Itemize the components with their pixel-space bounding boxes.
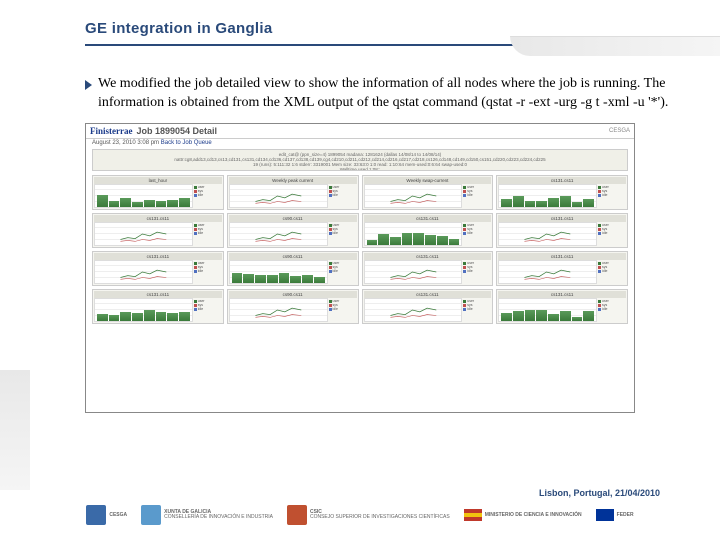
- logo-box: [141, 505, 161, 525]
- panel-title: cs131.cs11: [94, 291, 222, 298]
- panel-title: cs131.cs11: [364, 215, 492, 222]
- mini-chart: [94, 298, 193, 322]
- panel-legend: usersysidle: [463, 222, 491, 246]
- panel-legend: usersysidle: [329, 184, 357, 208]
- panel-title: cs131.cs11: [94, 253, 222, 260]
- panel-legend: usersysidle: [598, 184, 626, 208]
- panel-legend: usersysidle: [463, 184, 491, 208]
- graph-panel: cs90.cs11usersysidle: [227, 289, 359, 324]
- panel-title: cs131.cs11: [364, 291, 492, 298]
- mini-chart: [364, 222, 463, 246]
- graph-panel: Weekly swap-currentusersysidle: [362, 175, 494, 210]
- panel-title: cs131.cs11: [498, 291, 626, 298]
- graph-panel: cs131.cs11usersysidle: [362, 251, 494, 286]
- panel-legend: usersysidle: [329, 260, 357, 284]
- panel-title: cs131.cs11: [498, 215, 626, 222]
- graph-panel: cs131.cs11usersysidle: [496, 251, 628, 286]
- panel-legend: usersysidle: [194, 222, 222, 246]
- panel-title: cs131.cs11: [498, 253, 626, 260]
- panel-title: cs90.cs11: [229, 253, 357, 260]
- right-logo: CESGA: [609, 128, 630, 134]
- graph-panel: cs131.cs11usersysidle: [92, 289, 224, 324]
- decor-left: [0, 370, 30, 490]
- mini-chart: [498, 222, 597, 246]
- job-infobar: edit_cat@ (ppn_size=4) 1899054 madana: 1…: [92, 149, 628, 171]
- panel-legend: usersysidle: [598, 260, 626, 284]
- mini-chart: [229, 298, 328, 322]
- slide-title: GE integration in Ganglia: [85, 20, 720, 37]
- panel-legend: usersysidle: [329, 298, 357, 322]
- timestamp: August 23, 2010 3:08 pm: [92, 140, 159, 146]
- panel-title: last_hour: [94, 177, 222, 184]
- panel-legend: usersysidle: [194, 260, 222, 284]
- mini-chart: [94, 260, 193, 284]
- sponsor-logo: CSICCONSEJO SUPERIOR DE INVESTIGACIONES …: [287, 504, 450, 526]
- graph-panel: cs90.cs11usersysidle: [227, 251, 359, 286]
- graph-panel: cs131.cs11usersysidle: [362, 213, 494, 248]
- graph-panel: cs131.cs11usersysidle: [362, 289, 494, 324]
- mini-chart: [498, 184, 597, 208]
- panel-legend: usersysidle: [463, 260, 491, 284]
- logo-box: [86, 505, 106, 525]
- logo-box: [287, 505, 307, 525]
- mini-chart: [94, 184, 193, 208]
- graph-panel: cs131.cs11usersysidle: [496, 289, 628, 324]
- footer-logos: CESGA XUNTA DE GALICIACONSELLERÍA DE INNO…: [0, 498, 720, 526]
- eu-flag-icon: [596, 509, 614, 521]
- mini-chart: [364, 260, 463, 284]
- graph-panel: cs131.cs11usersysidle: [92, 213, 224, 248]
- graph-grid: last_hourusersysidleWeekly peak currentu…: [86, 173, 634, 326]
- panel-title: Weekly peak current: [229, 177, 357, 184]
- sponsor-logo: MINISTERIO DE CIENCIA E INNOVACIÓN: [464, 504, 582, 526]
- body-paragraph: We modified the job detailed view to sho…: [98, 75, 680, 113]
- panel-legend: usersysidle: [463, 298, 491, 322]
- graph-panel: last_hourusersysidle: [92, 175, 224, 210]
- brand-label: Finisterrae: [90, 126, 132, 136]
- mini-chart: [94, 222, 193, 246]
- panel-title: cs131.cs11: [94, 215, 222, 222]
- panel-legend: usersysidle: [329, 222, 357, 246]
- mini-chart: [364, 184, 463, 208]
- info-line: Walltime used 1:08::: [95, 167, 625, 171]
- mini-chart: [229, 222, 328, 246]
- back-link[interactable]: Back to Job Queue: [161, 140, 212, 146]
- graph-panel: cs131.cs11usersysidle: [496, 213, 628, 248]
- panel-title: cs131.cs11: [364, 253, 492, 260]
- sponsor-logo: FEDER: [596, 504, 634, 526]
- panel-legend: usersysidle: [598, 222, 626, 246]
- panel-title: cs90.cs11: [229, 291, 357, 298]
- ganglia-screenshot: Finisterrae Job 1899054 Detail CESGA Aug…: [85, 123, 635, 413]
- mini-chart: [498, 298, 597, 322]
- job-detail-title: Job 1899054 Detail: [136, 126, 217, 136]
- mini-chart: [498, 260, 597, 284]
- panel-legend: usersysidle: [598, 298, 626, 322]
- graph-panel: Weekly peak currentusersysidle: [227, 175, 359, 210]
- mini-chart: [229, 260, 328, 284]
- panel-title: Weekly swap-current: [364, 177, 492, 184]
- graph-panel: cs90.cs11usersysidle: [227, 213, 359, 248]
- panel-title: cs131.cs11: [498, 177, 626, 184]
- bullet-arrow-icon: [85, 80, 92, 90]
- footer-location: Lisbon, Portugal, 21/04/2010: [0, 488, 720, 498]
- mini-chart: [364, 298, 463, 322]
- sponsor-logo: CESGA: [86, 504, 127, 526]
- panel-legend: usersysidle: [194, 298, 222, 322]
- graph-panel: cs131.cs11usersysidle: [496, 175, 628, 210]
- flag-icon: [464, 509, 482, 521]
- graph-panel: cs131.cs11usersysidle: [92, 251, 224, 286]
- sponsor-logo: XUNTA DE GALICIACONSELLERÍA DE INNOVACIÓ…: [141, 504, 273, 526]
- panel-title: cs90.cs11: [229, 215, 357, 222]
- mini-chart: [229, 184, 328, 208]
- panel-legend: usersysidle: [194, 184, 222, 208]
